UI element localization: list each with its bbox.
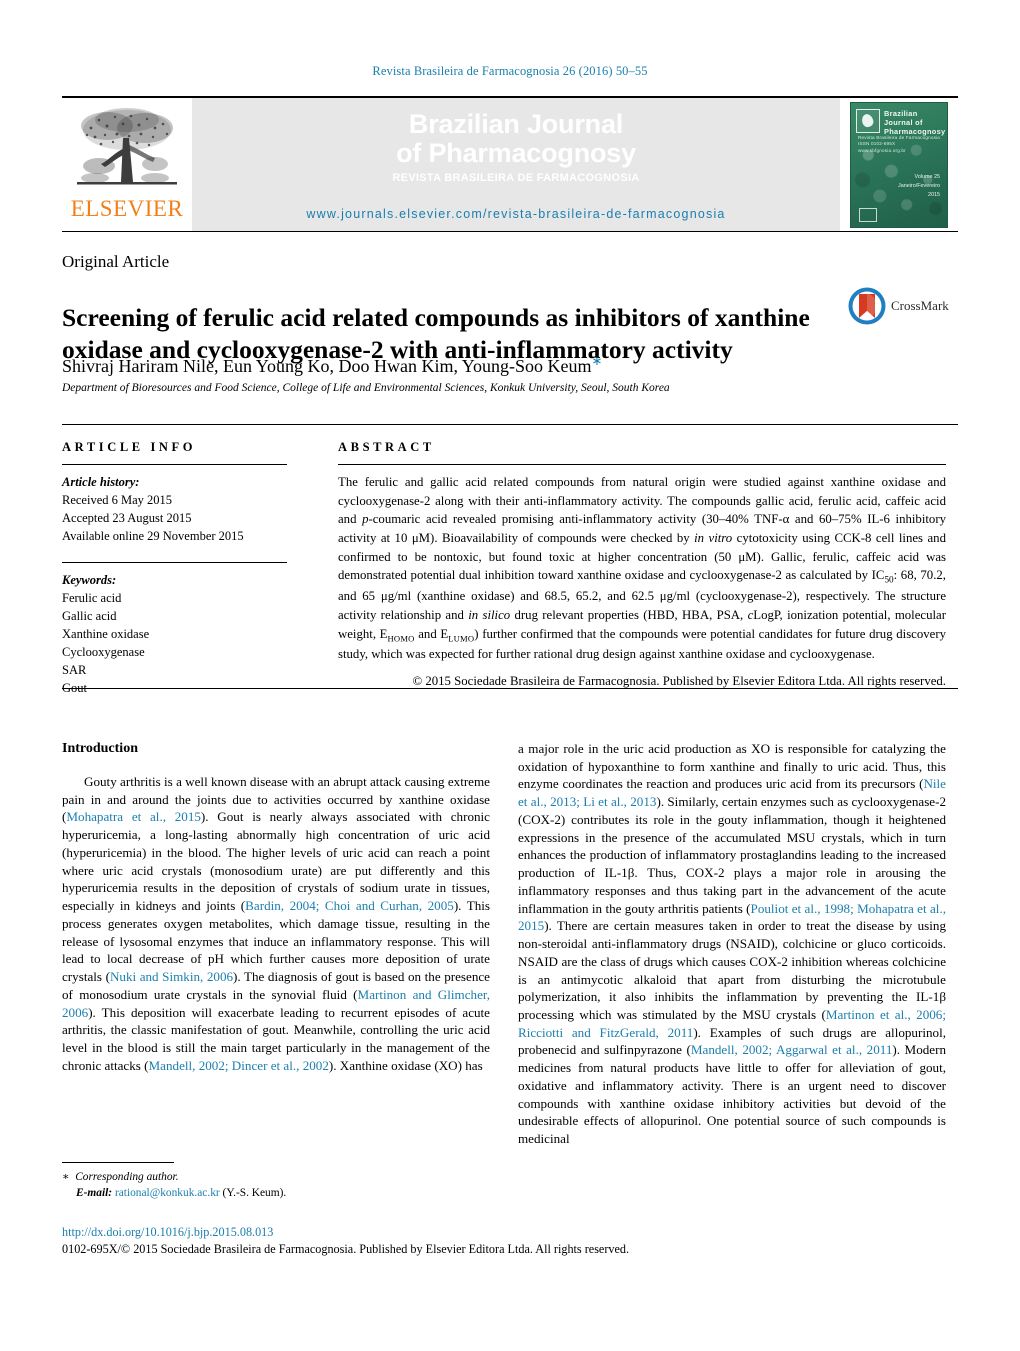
journal-masthead: ELSEVIER Brazilian Journal of Pharmacogn… bbox=[62, 96, 958, 232]
introduction-paragraph-left: Gouty arthritis is a well known disease … bbox=[62, 773, 490, 1073]
keyword-item: SAR bbox=[62, 663, 87, 678]
body-column-left: Introduction Gouty arthritis is a well k… bbox=[62, 740, 490, 1074]
article-history-label: Article history: bbox=[62, 475, 140, 489]
doi-link[interactable]: http://dx.doi.org/10.1016/j.bjp.2015.08.… bbox=[62, 1225, 273, 1240]
body-column-right: a major role in the uric acid production… bbox=[518, 740, 946, 1148]
citation-link[interactable]: Martinon and Glimcher, 2006 bbox=[62, 987, 490, 1020]
cover-header: Brazilian Journal of Pharmacognosy bbox=[856, 108, 945, 137]
citation-link[interactable]: Mandell, 2002; Aggarwal et al., 2011 bbox=[691, 1042, 893, 1057]
citation-link[interactable]: Pouliot et al., 1998; Mohapatra et al., … bbox=[518, 901, 946, 934]
cover-title-line1: Brazilian bbox=[884, 108, 918, 118]
journal-banner: Brazilian Journal of Pharmacognosy REVIS… bbox=[192, 98, 840, 231]
abstract-heading: ABSTRACT bbox=[338, 440, 435, 454]
citation-link[interactable]: Mohapatra et al., 2015 bbox=[66, 809, 201, 824]
cover-image: Brazilian Journal of Pharmacognosy Revis… bbox=[850, 101, 948, 228]
corresponding-author-text: Corresponding author. bbox=[75, 1171, 179, 1183]
keyword-item: Gout bbox=[62, 681, 87, 696]
article-info-heading: ARTICLE INFO bbox=[62, 440, 197, 454]
keyword-item: Ferulic acid bbox=[62, 590, 122, 605]
running-head: Revista Brasileira de Farmacognosia 26 (… bbox=[372, 64, 648, 78]
cover-volume-line3: 2015 bbox=[928, 192, 940, 199]
banner-title-line2: of Pharmacognosy bbox=[396, 138, 636, 169]
keywords-label: Keywords: bbox=[62, 572, 117, 587]
citation-link[interactable]: Mandell, 2002; Dincer et al., 2002 bbox=[149, 1058, 329, 1073]
journal-cover-thumbnail: Brazilian Journal of Pharmacognosy Revis… bbox=[840, 98, 958, 231]
cover-bottom-mark-icon bbox=[859, 207, 877, 222]
abstract-rule bbox=[338, 464, 946, 465]
paper-page: Revista Brasileira de Farmacognosia 26 (… bbox=[0, 0, 1020, 1351]
elsevier-wordmark: ELSEVIER bbox=[70, 196, 184, 221]
cover-subtitle-line1: Revista Brasileira de Farmacognosia bbox=[858, 134, 941, 140]
footnote-rule bbox=[62, 1162, 174, 1163]
introduction-heading: Introduction bbox=[62, 741, 138, 756]
elsevier-logo: ELSEVIER bbox=[62, 98, 192, 231]
article-history-item: Accepted 23 August 2015 bbox=[62, 511, 192, 526]
asterisk-icon: ∗ bbox=[62, 1171, 70, 1183]
keywords-rule bbox=[62, 561, 287, 563]
article-type: Original Article bbox=[62, 252, 170, 271]
issn-copyright-line: 0102-695X/© 2015 Sociedade Brasileira de… bbox=[62, 1242, 630, 1256]
banner-subtitle: REVISTA BRASILEIRA DE FARMACOGNOSIA bbox=[392, 172, 640, 185]
info-band-top-rule bbox=[62, 424, 958, 425]
cover-title-line2: Journal of bbox=[884, 117, 923, 127]
cover-volume: Volume 25 Janeiro/Fevereiro 2015 bbox=[898, 173, 940, 201]
footnote-block: ∗ Corresponding author. E-mail: rational… bbox=[62, 1170, 492, 1202]
journal-homepage-link[interactable]: www.journals.elsevier.com/revista-brasil… bbox=[192, 207, 840, 221]
article-history-item: Received 6 May 2015 bbox=[62, 493, 173, 508]
citation-link[interactable]: Bardin, 2004; Choi and Curhan, 2005 bbox=[245, 898, 454, 913]
abstract-copyright: © 2015 Sociedade Brasileira de Farmacogn… bbox=[412, 674, 946, 689]
cover-subtitle: Revista Brasileira de Farmacognosia ISSN… bbox=[858, 135, 942, 156]
elsevier-tree-icon bbox=[77, 108, 177, 185]
corresponding-author-note: ∗ Corresponding author. bbox=[62, 1170, 492, 1186]
cover-logo-icon bbox=[856, 108, 880, 133]
crossmark-label: CrossMark bbox=[891, 298, 949, 313]
email-label: E-mail: bbox=[76, 1186, 113, 1199]
article-history-item: Available online 29 November 2015 bbox=[62, 529, 244, 544]
cover-volume-line1: Volume 25 bbox=[914, 173, 940, 180]
email-owner: (Y.-S. Keum). bbox=[222, 1186, 287, 1199]
email-link[interactable]: rational@konkuk.ac.kr bbox=[115, 1187, 220, 1199]
banner-title-line1: Brazilian Journal bbox=[408, 109, 624, 139]
author-list: Shivraj Hariram Nile, Eun Young Ko, Doo … bbox=[62, 353, 882, 377]
article-info-section: ARTICLE INFO Article history: Received 6… bbox=[62, 440, 294, 697]
crossmark-badge[interactable]: CrossMark bbox=[847, 283, 957, 329]
keyword-item: Xanthine oxidase bbox=[62, 626, 150, 641]
citation-link[interactable]: Nuki and Simkin, 2006 bbox=[110, 969, 233, 984]
abstract-body: The ferulic and gallic acid related comp… bbox=[338, 475, 946, 661]
abstract-section: ABSTRACT The ferulic and gallic acid rel… bbox=[338, 440, 946, 691]
keyword-item: Cyclooxygenase bbox=[62, 645, 145, 659]
author-names: Shivraj Hariram Nile, Eun Young Ko, Doo … bbox=[62, 356, 592, 376]
corresponding-author-marker: ∗ bbox=[591, 353, 603, 368]
crossmark-icon bbox=[848, 287, 886, 325]
keyword-item: Gallic acid bbox=[62, 608, 117, 623]
cover-subtitle-line2: ISSN 0102-695X www.sbfgnosia.org.br bbox=[858, 141, 906, 154]
article-info-rule bbox=[62, 464, 287, 465]
citation-link[interactable]: Nile et al., 2013; Li et al., 2013 bbox=[518, 776, 946, 809]
banner-title: Brazilian Journal of Pharmacognosy bbox=[396, 109, 636, 169]
cover-volume-line2: Janeiro/Fevereiro bbox=[898, 183, 940, 190]
citation-link[interactable]: Martinon et al., 2006; Ricciotti and Fit… bbox=[518, 1007, 946, 1040]
cover-title: Brazilian Journal of Pharmacognosy bbox=[884, 109, 945, 137]
affiliation: Department of Bioresources and Food Scie… bbox=[62, 382, 670, 394]
introduction-paragraph-right: a major role in the uric acid production… bbox=[518, 741, 947, 1147]
email-note: E-mail: rational@konkuk.ac.kr (Y.-S. Keu… bbox=[62, 1186, 492, 1202]
